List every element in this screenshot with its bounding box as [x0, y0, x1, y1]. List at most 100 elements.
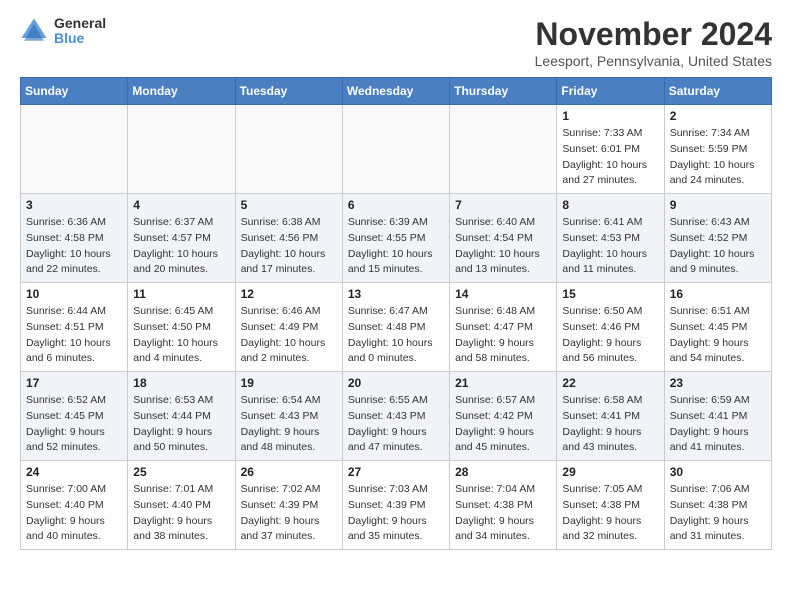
calendar-cell: 21 Sunrise: 6:57 AMSunset: 4:42 PMDayligh…: [450, 372, 557, 461]
day-info: Sunrise: 7:01 AMSunset: 4:40 PMDaylight:…: [133, 482, 229, 545]
calendar-cell: 14 Sunrise: 6:48 AMSunset: 4:47 PMDayligh…: [450, 283, 557, 372]
day-number: 17: [26, 376, 122, 390]
calendar-cell: [342, 105, 449, 194]
calendar-cell: 9 Sunrise: 6:43 AMSunset: 4:52 PMDaylight…: [664, 194, 771, 283]
calendar-cell: 28Sunrise: 7:04 AMSunset: 4:38 PMDayligh…: [450, 461, 557, 550]
day-number: 11: [133, 287, 229, 301]
day-info: Sunrise: 7:05 AMSunset: 4:38 PMDaylight:…: [562, 482, 658, 545]
calendar-header-thursday: Thursday: [450, 78, 557, 105]
calendar-week-3: 17 Sunrise: 6:52 AMSunset: 4:45 PMDayligh…: [21, 372, 772, 461]
day-info: Sunrise: 6:58 AMSunset: 4:41 PMDaylight:…: [562, 393, 658, 456]
calendar-table: SundayMondayTuesdayWednesdayThursdayFrid…: [20, 77, 772, 550]
day-number: 15: [562, 287, 658, 301]
calendar-header-wednesday: Wednesday: [342, 78, 449, 105]
calendar-cell: 8Sunrise: 6:41 AMSunset: 4:53 PMDaylight…: [557, 194, 664, 283]
calendar-cell: 1 Sunrise: 7:33 AMSunset: 6:01 PMDaylight…: [557, 105, 664, 194]
day-number: 3: [26, 198, 122, 212]
day-number: 28: [455, 465, 551, 479]
day-number: 1: [562, 109, 658, 123]
calendar-cell: 26 Sunrise: 7:02 AMSunset: 4:39 PMDayligh…: [235, 461, 342, 550]
day-info: Sunrise: 6:57 AMSunset: 4:42 PMDaylight:…: [455, 393, 551, 456]
day-info: Sunrise: 6:43 AMSunset: 4:52 PMDaylight:…: [670, 215, 766, 278]
month-title: November 2024: [535, 16, 772, 53]
day-info: Sunrise: 6:46 AMSunset: 4:49 PMDaylight:…: [241, 304, 337, 367]
day-number: 27: [348, 465, 444, 479]
calendar-cell: [235, 105, 342, 194]
day-info: Sunrise: 6:48 AMSunset: 4:47 PMDaylight:…: [455, 304, 551, 367]
day-number: 10: [26, 287, 122, 301]
calendar-cell: 6 Sunrise: 6:39 AMSunset: 4:55 PMDaylight…: [342, 194, 449, 283]
calendar-cell: 7 Sunrise: 6:40 AMSunset: 4:54 PMDaylight…: [450, 194, 557, 283]
day-info: Sunrise: 6:41 AMSunset: 4:53 PMDaylight:…: [562, 215, 658, 278]
day-info: Sunrise: 7:03 AMSunset: 4:39 PMDaylight:…: [348, 482, 444, 545]
day-info: Sunrise: 6:38 AMSunset: 4:56 PMDaylight:…: [241, 215, 337, 278]
calendar-cell: 22 Sunrise: 6:58 AMSunset: 4:41 PMDayligh…: [557, 372, 664, 461]
calendar-cell: [128, 105, 235, 194]
calendar-cell: 20 Sunrise: 6:55 AMSunset: 4:43 PMDayligh…: [342, 372, 449, 461]
calendar-cell: 29Sunrise: 7:05 AMSunset: 4:38 PMDayligh…: [557, 461, 664, 550]
day-number: 2: [670, 109, 766, 123]
calendar-cell: 15 Sunrise: 6:50 AMSunset: 4:46 PMDayligh…: [557, 283, 664, 372]
calendar-week-0: 1 Sunrise: 7:33 AMSunset: 6:01 PMDaylight…: [21, 105, 772, 194]
day-info: Sunrise: 6:45 AMSunset: 4:50 PMDaylight:…: [133, 304, 229, 367]
day-number: 14: [455, 287, 551, 301]
calendar-week-4: 24Sunrise: 7:00 AMSunset: 4:40 PMDayligh…: [21, 461, 772, 550]
logo-text: General Blue: [54, 16, 106, 47]
day-number: 16: [670, 287, 766, 301]
day-info: Sunrise: 6:40 AMSunset: 4:54 PMDaylight:…: [455, 215, 551, 278]
calendar-week-1: 3 Sunrise: 6:36 AMSunset: 4:58 PMDaylight…: [21, 194, 772, 283]
day-number: 13: [348, 287, 444, 301]
day-number: 30: [670, 465, 766, 479]
day-info: Sunrise: 6:52 AMSunset: 4:45 PMDaylight:…: [26, 393, 122, 456]
day-number: 22: [562, 376, 658, 390]
day-info: Sunrise: 7:06 AMSunset: 4:38 PMDaylight:…: [670, 482, 766, 545]
day-number: 4: [133, 198, 229, 212]
day-info: Sunrise: 7:00 AMSunset: 4:40 PMDaylight:…: [26, 482, 122, 545]
calendar-cell: 23Sunrise: 6:59 AMSunset: 4:41 PMDayligh…: [664, 372, 771, 461]
day-info: Sunrise: 6:51 AMSunset: 4:45 PMDaylight:…: [670, 304, 766, 367]
day-number: 25: [133, 465, 229, 479]
calendar-cell: 18Sunrise: 6:53 AMSunset: 4:44 PMDayligh…: [128, 372, 235, 461]
calendar-cell: 30 Sunrise: 7:06 AMSunset: 4:38 PMDayligh…: [664, 461, 771, 550]
day-number: 9: [670, 198, 766, 212]
calendar-header-tuesday: Tuesday: [235, 78, 342, 105]
day-number: 6: [348, 198, 444, 212]
day-info: Sunrise: 6:37 AMSunset: 4:57 PMDaylight:…: [133, 215, 229, 278]
logo-general-text: General: [54, 16, 106, 31]
day-info: Sunrise: 6:47 AMSunset: 4:48 PMDaylight:…: [348, 304, 444, 367]
day-info: Sunrise: 7:02 AMSunset: 4:39 PMDaylight:…: [241, 482, 337, 545]
calendar-header-friday: Friday: [557, 78, 664, 105]
calendar-cell: 24Sunrise: 7:00 AMSunset: 4:40 PMDayligh…: [21, 461, 128, 550]
day-info: Sunrise: 6:53 AMSunset: 4:44 PMDaylight:…: [133, 393, 229, 456]
day-info: Sunrise: 6:36 AMSunset: 4:58 PMDaylight:…: [26, 215, 122, 278]
calendar-cell: [21, 105, 128, 194]
day-info: Sunrise: 6:54 AMSunset: 4:43 PMDaylight:…: [241, 393, 337, 456]
calendar-cell: 2Sunrise: 7:34 AMSunset: 5:59 PMDaylight…: [664, 105, 771, 194]
day-number: 12: [241, 287, 337, 301]
calendar-cell: 12 Sunrise: 6:46 AMSunset: 4:49 PMDayligh…: [235, 283, 342, 372]
calendar-cell: 27 Sunrise: 7:03 AMSunset: 4:39 PMDayligh…: [342, 461, 449, 550]
day-info: Sunrise: 6:44 AMSunset: 4:51 PMDaylight:…: [26, 304, 122, 367]
day-number: 7: [455, 198, 551, 212]
calendar-header-saturday: Saturday: [664, 78, 771, 105]
day-number: 19: [241, 376, 337, 390]
day-number: 20: [348, 376, 444, 390]
day-info: Sunrise: 6:39 AMSunset: 4:55 PMDaylight:…: [348, 215, 444, 278]
location-title: Leesport, Pennsylvania, United States: [535, 53, 772, 69]
day-number: 21: [455, 376, 551, 390]
calendar-cell: [450, 105, 557, 194]
calendar-cell: 3 Sunrise: 6:36 AMSunset: 4:58 PMDaylight…: [21, 194, 128, 283]
day-info: Sunrise: 6:55 AMSunset: 4:43 PMDaylight:…: [348, 393, 444, 456]
day-number: 5: [241, 198, 337, 212]
calendar-cell: 10 Sunrise: 6:44 AMSunset: 4:51 PMDayligh…: [21, 283, 128, 372]
calendar-week-2: 10 Sunrise: 6:44 AMSunset: 4:51 PMDayligh…: [21, 283, 772, 372]
day-info: Sunrise: 6:50 AMSunset: 4:46 PMDaylight:…: [562, 304, 658, 367]
calendar-cell: 5 Sunrise: 6:38 AMSunset: 4:56 PMDaylight…: [235, 194, 342, 283]
day-info: Sunrise: 7:33 AMSunset: 6:01 PMDaylight:…: [562, 126, 658, 189]
calendar-cell: 13 Sunrise: 6:47 AMSunset: 4:48 PMDayligh…: [342, 283, 449, 372]
calendar-cell: 16 Sunrise: 6:51 AMSunset: 4:45 PMDayligh…: [664, 283, 771, 372]
calendar-cell: 11 Sunrise: 6:45 AMSunset: 4:50 PMDayligh…: [128, 283, 235, 372]
calendar-cell: 19 Sunrise: 6:54 AMSunset: 4:43 PMDayligh…: [235, 372, 342, 461]
day-number: 26: [241, 465, 337, 479]
calendar-cell: 25 Sunrise: 7:01 AMSunset: 4:40 PMDayligh…: [128, 461, 235, 550]
